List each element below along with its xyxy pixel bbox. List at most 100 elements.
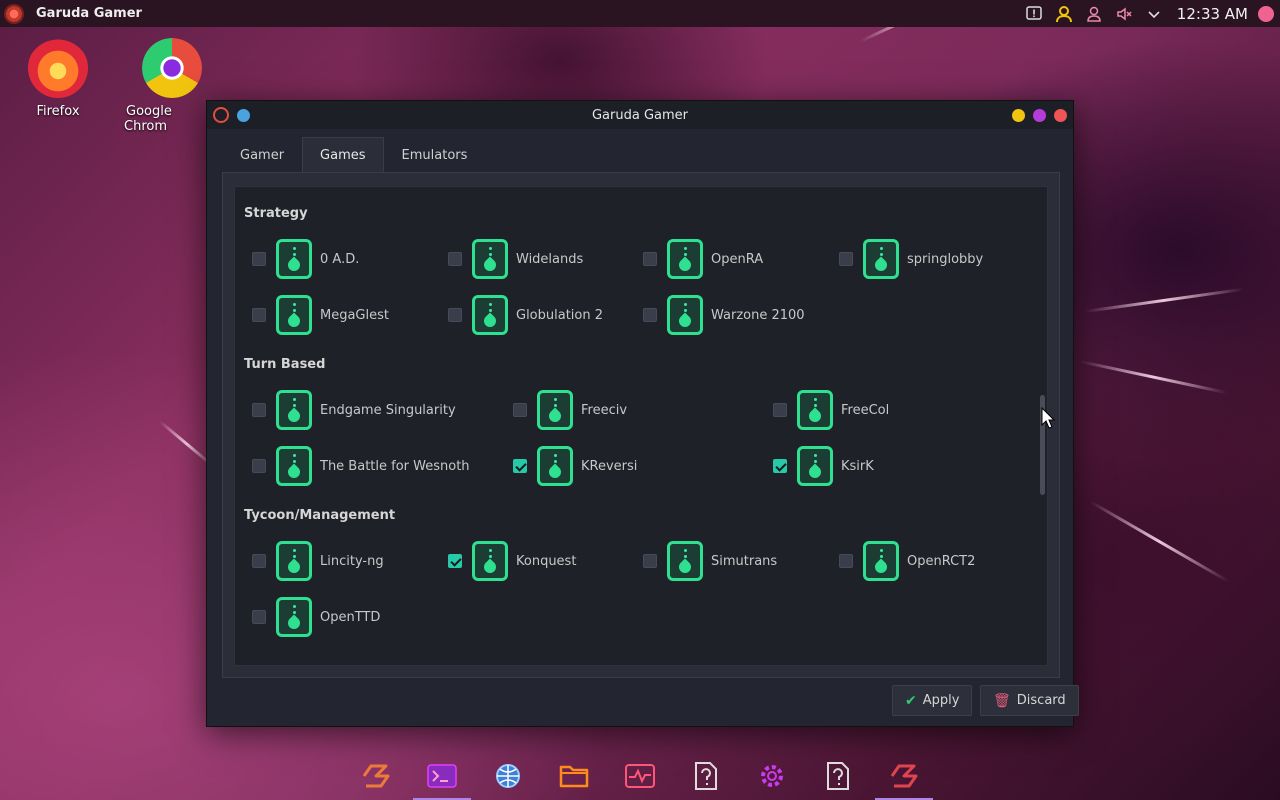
- settings-icon[interactable]: [754, 758, 790, 794]
- game-name: Simutrans: [711, 553, 778, 569]
- wallpaper-streak: [1084, 287, 1244, 313]
- terminal-icon[interactable]: [424, 758, 460, 794]
- system-monitor-icon[interactable]: [622, 758, 658, 794]
- desktop-icon-firefox[interactable]: Firefox: [8, 38, 108, 119]
- window-title: Garuda Gamer: [591, 107, 689, 123]
- help-icon[interactable]: [820, 758, 856, 794]
- game-checkbox[interactable]: [252, 459, 266, 473]
- account-icon[interactable]: [1079, 0, 1109, 27]
- game-checkbox[interactable]: [643, 252, 657, 266]
- desktop-icon-label: Firefox: [36, 104, 80, 119]
- game-item[interactable]: Warzone 2100: [643, 294, 805, 336]
- game-checkbox[interactable]: [252, 610, 266, 624]
- game-package-icon: [472, 295, 508, 335]
- game-item[interactable]: OpenTTD: [252, 596, 380, 638]
- close-button[interactable]: [1054, 108, 1067, 122]
- game-item[interactable]: Globulation 2: [448, 294, 603, 336]
- game-package-icon: [667, 295, 703, 335]
- game-name: KsirK: [841, 458, 874, 474]
- desktop-icon-chrome[interactable]: Google Chrom: [124, 38, 214, 134]
- game-item[interactable]: Simutrans: [643, 540, 777, 582]
- chevron-down-icon[interactable]: [1139, 0, 1169, 27]
- volume-muted-icon[interactable]: [1109, 0, 1139, 27]
- game-package-icon: [797, 390, 833, 430]
- game-item[interactable]: The Battle for Wesnoth: [252, 445, 470, 487]
- game-package-icon: [863, 541, 899, 581]
- game-package-icon: [276, 541, 312, 581]
- window-titlebar[interactable]: Garuda Gamer: [207, 101, 1073, 129]
- game-name: 0 A.D.: [320, 251, 360, 267]
- game-package-icon: [537, 390, 573, 430]
- game-checkbox[interactable]: [643, 554, 657, 568]
- garuda-gamer-window: Garuda Gamer Gamer Games Emulators Strat…: [206, 100, 1079, 727]
- game-name: FreeCol: [841, 402, 890, 418]
- game-item[interactable]: Lincity-ng: [252, 540, 384, 582]
- maximize-button[interactable]: [1033, 108, 1046, 122]
- wallpaper-streak: [1089, 500, 1230, 583]
- tab-games[interactable]: Games: [302, 137, 384, 173]
- game-name: OpenTTD: [320, 609, 381, 625]
- game-name: Warzone 2100: [711, 307, 805, 323]
- game-package-icon: [276, 390, 312, 430]
- game-item[interactable]: KReversi: [513, 445, 637, 487]
- discard-button[interactable]: 🗑 Discard: [980, 685, 1079, 716]
- apply-label: Apply: [922, 693, 960, 708]
- game-checkbox[interactable]: [773, 403, 787, 417]
- game-checkbox-checked[interactable]: [773, 459, 787, 473]
- apply-button[interactable]: ✔ Apply: [892, 685, 973, 716]
- game-checkbox[interactable]: [643, 308, 657, 322]
- game-checkbox-checked[interactable]: [513, 459, 527, 473]
- game-package-icon: [667, 239, 703, 279]
- game-item[interactable]: FreeCol: [773, 389, 889, 431]
- game-checkbox[interactable]: [513, 403, 527, 417]
- game-item[interactable]: springlobby: [839, 238, 983, 280]
- discard-label: Discard: [1016, 693, 1066, 708]
- tab-emulators[interactable]: Emulators: [384, 137, 486, 173]
- game-checkbox[interactable]: [839, 554, 853, 568]
- help-icon[interactable]: [688, 758, 724, 794]
- tab-gamer[interactable]: Gamer: [222, 137, 302, 173]
- game-item[interactable]: Freeciv: [513, 389, 627, 431]
- game-item[interactable]: MegaGlest: [252, 294, 389, 336]
- game-checkbox[interactable]: [448, 252, 462, 266]
- game-item[interactable]: 0 A.D.: [252, 238, 359, 280]
- user-icon[interactable]: [1049, 0, 1079, 27]
- notification-alert-icon[interactable]: [1019, 0, 1049, 27]
- game-package-icon: [667, 541, 703, 581]
- game-package-icon: [276, 446, 312, 486]
- game-checkbox-checked[interactable]: [448, 554, 462, 568]
- game-checkbox[interactable]: [448, 308, 462, 322]
- game-item[interactable]: OpenRA: [643, 238, 763, 280]
- garuda-logo-icon[interactable]: [358, 758, 394, 794]
- game-item[interactable]: Widelands: [448, 238, 583, 280]
- tab-bar: Gamer Games Emulators: [222, 137, 485, 173]
- minimize-button[interactable]: [1012, 108, 1025, 122]
- game-package-icon: [276, 295, 312, 335]
- garuda-logo-icon[interactable]: [4, 3, 24, 24]
- game-package-icon: [276, 597, 312, 637]
- window-menu-icon[interactable]: [237, 108, 250, 122]
- game-name: Widelands: [516, 251, 584, 267]
- games-scroll-area[interactable]: Strategy 0 A.D. Widelands OpenRA springl…: [234, 186, 1048, 666]
- game-item[interactable]: Konquest: [448, 540, 576, 582]
- section-title-strategy: Strategy: [244, 206, 308, 221]
- game-checkbox[interactable]: [252, 554, 266, 568]
- game-checkbox[interactable]: [252, 403, 266, 417]
- files-icon[interactable]: [556, 758, 592, 794]
- game-checkbox[interactable]: [252, 308, 266, 322]
- game-checkbox[interactable]: [839, 252, 853, 266]
- game-package-icon: [472, 239, 508, 279]
- game-name: Freeciv: [581, 402, 628, 418]
- game-package-icon: [797, 446, 833, 486]
- garuda-logo-icon[interactable]: [213, 107, 229, 123]
- game-item[interactable]: Endgame Singularity: [252, 389, 456, 431]
- game-name: MegaGlest: [320, 307, 389, 323]
- game-item[interactable]: KsirK: [773, 445, 874, 487]
- chrome-icon: [142, 38, 202, 98]
- game-checkbox[interactable]: [252, 252, 266, 266]
- session-menu-icon[interactable]: [1258, 5, 1274, 22]
- network-settings-icon[interactable]: [490, 758, 526, 794]
- garuda-gamer-icon[interactable]: [886, 758, 922, 794]
- clock[interactable]: 12:33 AM: [1177, 5, 1248, 23]
- game-item[interactable]: OpenRCT2: [839, 540, 975, 582]
